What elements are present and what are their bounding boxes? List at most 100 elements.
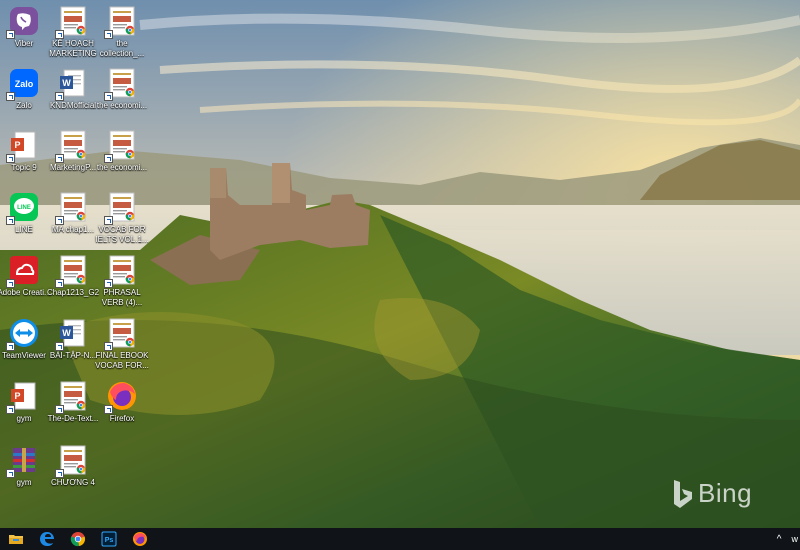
- taskbar-edge-button[interactable]: [31, 528, 62, 550]
- desktop-icon-vocab-for-ielts-vol-1[interactable]: VOCAB FOR IELTS VOL.1...: [94, 191, 150, 244]
- line-icon: LINE: [6, 191, 40, 225]
- pdf-document-icon: [104, 317, 138, 351]
- shortcut-arrow-icon: [104, 405, 113, 414]
- desktop-icon-the-de-text[interactable]: The-De-Text...: [45, 380, 101, 424]
- word-document-icon: W: [55, 317, 89, 351]
- shortcut-arrow-icon: [55, 92, 64, 101]
- shortcut-arrow-icon: [55, 154, 64, 163]
- desktop-icon-label: The-De-Text...: [47, 414, 99, 423]
- shortcut-arrow-icon: [6, 279, 15, 288]
- tray-text: w: [791, 534, 799, 544]
- firefox-icon: [132, 532, 147, 546]
- show-hidden-icons-chevron-icon[interactable]: ^: [777, 534, 782, 545]
- winrar-archive-icon: [6, 444, 40, 478]
- bing-logo-icon: [674, 479, 692, 508]
- taskbar-firefox-button[interactable]: [124, 528, 155, 550]
- shortcut-arrow-icon: [55, 342, 64, 351]
- taskbar-file-explorer-button[interactable]: [0, 528, 31, 550]
- shortcut-arrow-icon: [6, 92, 15, 101]
- shortcut-arrow-icon: [6, 342, 15, 351]
- desktop-icon-label: CHƯƠNG 4: [51, 478, 95, 487]
- viber-icon: [6, 5, 40, 39]
- desktop-icon-ch-ng-4[interactable]: CHƯƠNG 4: [45, 444, 101, 488]
- taskbar-photoshop-button[interactable]: Ps: [93, 528, 124, 550]
- shortcut-arrow-icon: [6, 30, 15, 39]
- desktop-icon-the-collection[interactable]: the collection_...: [94, 5, 150, 58]
- pdf-document-icon: [55, 191, 89, 225]
- desktop-icon-label: FINAL EBOOK VOCAB FOR...: [95, 351, 149, 370]
- shortcut-arrow-icon: [104, 216, 113, 225]
- pdf-document-icon: [55, 5, 89, 39]
- desktop-icon-marketingp[interactable]: MarketingP...: [45, 129, 101, 173]
- desktop-icon-label: KNDMofficial: [49, 101, 97, 110]
- desktop-icon-chap1213-g2[interactable]: Chap1213_G2: [45, 254, 101, 298]
- shortcut-arrow-icon: [55, 279, 64, 288]
- pdf-document-icon: [104, 129, 138, 163]
- pdf-document-icon: [104, 5, 138, 39]
- shortcut-arrow-icon: [104, 279, 113, 288]
- adobe-creative-cloud-icon: [6, 254, 40, 288]
- shortcut-arrow-icon: [55, 405, 64, 414]
- pdf-document-icon: [55, 444, 89, 478]
- shortcut-arrow-icon: [104, 342, 113, 351]
- desktop-icon-ma-chap1[interactable]: MA chap1...: [45, 191, 101, 235]
- pdf-document-icon: [55, 254, 89, 288]
- desktop-icon-label: Firefox: [109, 414, 135, 423]
- pdf-document-icon: [104, 254, 138, 288]
- powerpoint-document-icon: P: [6, 129, 40, 163]
- bing-wordmark: Bing: [698, 478, 753, 508]
- shortcut-arrow-icon: [6, 469, 15, 478]
- svg-text:P: P: [14, 391, 20, 401]
- desktop-icon-label: VOCAB FOR IELTS VOL.1...: [95, 225, 149, 244]
- shortcut-arrow-icon: [104, 92, 113, 101]
- desktop-icon-the-economi[interactable]: the economi...: [94, 129, 150, 173]
- shortcut-arrow-icon: [6, 216, 15, 225]
- pdf-document-icon: [55, 380, 89, 414]
- shortcut-arrow-icon: [104, 154, 113, 163]
- desktop-icon-b-i-t-p-n[interactable]: W BÀI-TẬP-N...: [45, 317, 101, 361]
- firefox-icon: [104, 380, 138, 414]
- desktop-icon-phrasal-verb-4[interactable]: PHRASAL VERB (4)...: [94, 254, 150, 307]
- desktop-icon-label: the economi...: [96, 163, 148, 172]
- svg-text:LINE: LINE: [17, 205, 31, 211]
- bing-watermark: Bing: [672, 478, 752, 509]
- shortcut-arrow-icon: [104, 30, 113, 39]
- svg-text:W: W: [62, 328, 71, 338]
- zalo-icon: Zalo: [6, 67, 40, 101]
- taskbar: Ps ^ w: [0, 528, 800, 550]
- svg-text:Ps: Ps: [104, 537, 113, 544]
- edge-icon: [39, 532, 54, 546]
- pdf-document-icon: [55, 129, 89, 163]
- desktop-icon-label: Chap1213_G2: [46, 288, 100, 297]
- svg-text:P: P: [14, 140, 20, 150]
- photoshop-icon: Ps: [101, 531, 116, 547]
- shortcut-arrow-icon: [55, 216, 64, 225]
- desktop-icon-label: KẾ HOẠCH MARKETING: [49, 39, 97, 58]
- word-document-icon: W: [55, 67, 89, 101]
- chrome-icon: [70, 532, 85, 547]
- pdf-document-icon: [104, 67, 138, 101]
- shortcut-arrow-icon: [6, 405, 15, 414]
- shortcut-arrow-icon: [55, 469, 64, 478]
- desktop-icon-the-economi[interactable]: the economi...: [94, 67, 150, 111]
- shortcut-arrow-icon: [55, 30, 64, 39]
- desktop-icon-label: MA chap1...: [51, 225, 95, 234]
- pdf-document-icon: [104, 191, 138, 225]
- desktop-icon-label: BÀI-TẬP-N...: [49, 351, 97, 360]
- desktop-icon-label: MarketingP...: [49, 163, 97, 172]
- desktop-icon-label: the collection_...: [99, 39, 145, 58]
- svg-text:W: W: [62, 78, 71, 88]
- desktop-icon-final-ebook-vocab-for[interactable]: FINAL EBOOK VOCAB FOR...: [94, 317, 150, 370]
- file-explorer-icon: [8, 535, 23, 544]
- taskbar-chrome-button[interactable]: [62, 528, 93, 550]
- powerpoint-document-icon: P: [6, 380, 40, 414]
- desktop-icon-firefox[interactable]: Firefox: [94, 380, 150, 424]
- desktop-icon-k-ho-ch-marketing[interactable]: KẾ HOẠCH MARKETING: [45, 5, 101, 58]
- desktop-icon-label: the economi...: [96, 101, 148, 110]
- system-tray: ^ w: [777, 528, 800, 550]
- teamviewer-icon: [6, 317, 40, 351]
- svg-text:Zalo: Zalo: [15, 79, 34, 89]
- desktop-icon-label: PHRASAL VERB (4)...: [101, 288, 143, 307]
- shortcut-arrow-icon: [6, 154, 15, 163]
- desktop-icon-kndmofficial[interactable]: W KNDMofficial: [45, 67, 101, 111]
